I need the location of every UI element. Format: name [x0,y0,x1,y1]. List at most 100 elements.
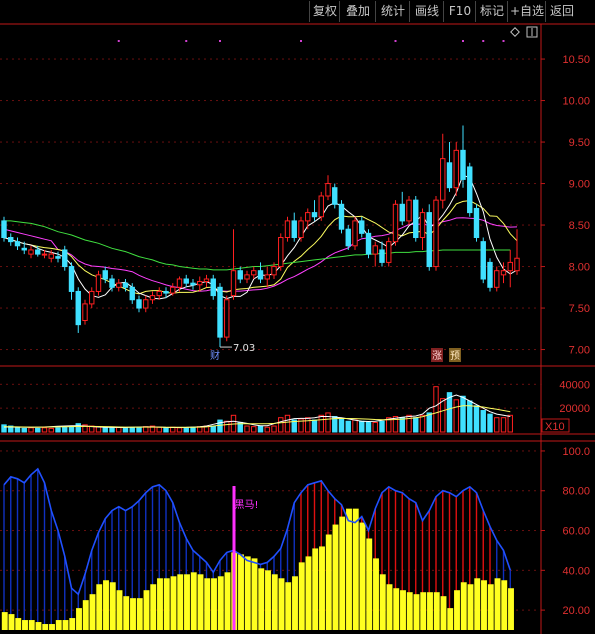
candle[interactable] [298,220,304,238]
indicator-bar[interactable] [62,620,69,630]
indicator-bar[interactable] [238,554,244,630]
indicator-bar[interactable] [400,590,406,630]
candle[interactable] [318,195,324,218]
indicator-bar[interactable] [177,574,184,630]
candle[interactable] [122,282,129,288]
candle[interactable] [197,280,203,286]
indicator-bar[interactable] [76,608,82,630]
volume-bar[interactable] [507,414,513,433]
indicator-bar[interactable] [501,580,508,630]
stock-chart[interactable]: 7.03 财 涨预 黑马! 10.50 10.00 9.50 9.00 8.50 8.00 7.… [0,0,595,634]
candle[interactable] [143,299,149,309]
indicator-bar[interactable] [217,576,224,630]
indicator-bar[interactable] [481,580,487,630]
candle[interactable] [386,241,392,263]
volume-bar[interactable] [406,414,412,433]
volume-bar[interactable] [500,417,507,433]
candle[interactable] [406,199,412,222]
indicator-bar[interactable] [184,574,190,630]
indicator-bar[interactable] [55,620,62,630]
candle[interactable] [62,249,68,268]
volume-bar[interactable] [210,425,216,433]
indicator-bar[interactable] [211,578,217,630]
indicator-bar[interactable] [35,622,42,630]
candle[interactable] [190,282,196,286]
volume-bar[interactable] [480,410,486,433]
candle[interactable] [291,220,297,238]
indicator-bar[interactable] [157,578,163,630]
indicator-bar[interactable] [103,580,109,630]
volume-bar[interactable] [426,412,432,433]
candle[interactable] [433,199,439,268]
indicator-bar[interactable] [8,614,15,630]
candle[interactable] [332,187,338,205]
indicator-bar[interactable] [467,584,474,630]
candle[interactable] [163,290,169,294]
indicator-bar[interactable] [96,584,103,630]
candle[interactable] [487,261,493,288]
indicator-bar[interactable] [427,592,433,630]
candle[interactable] [284,220,291,238]
candle[interactable] [75,290,81,326]
candle[interactable] [338,203,345,230]
volume-bar[interactable] [1,424,7,433]
indicator-bar[interactable] [1,612,8,630]
candle[interactable] [14,241,21,247]
volume-bar[interactable] [399,417,405,433]
candle[interactable] [224,299,230,338]
indicator-bar[interactable] [433,592,440,630]
volume-bar[interactable] [217,419,223,433]
candle[interactable] [244,274,250,280]
indicator-bar[interactable] [359,522,366,630]
volume-bar[interactable] [264,426,270,433]
candle[interactable] [210,278,216,297]
volume-bar[interactable] [14,426,21,433]
candle[interactable] [278,237,284,268]
candle[interactable] [514,257,520,272]
volume-bar[interactable] [318,414,324,433]
candle[interactable] [176,278,183,288]
volume-bar[interactable] [494,417,500,433]
volume-bar[interactable] [440,398,446,433]
volume-bar[interactable] [271,425,277,433]
volume-bar[interactable] [359,420,365,433]
candle[interactable] [8,237,14,243]
volume-bar[interactable] [156,426,162,433]
candle[interactable] [156,290,162,297]
indicator-bar[interactable] [130,598,136,630]
candle[interactable] [21,247,27,251]
candle[interactable] [271,266,277,276]
candle[interactable] [352,220,358,247]
indicator-bar[interactable] [508,588,514,630]
candle[interactable] [345,228,351,247]
indicator-bar[interactable] [298,562,305,630]
volume-bar[interactable] [352,419,358,433]
volume-bar[interactable] [460,395,466,433]
indicator-bar[interactable] [197,574,204,630]
indicator-bar[interactable] [339,516,346,630]
volume-bar[interactable] [176,427,183,433]
indicator-bar[interactable] [373,558,379,630]
indicator-bar[interactable] [285,582,292,630]
indicator-bar[interactable] [271,574,278,630]
volume-bar[interactable] [419,414,426,433]
indicator-bar[interactable] [163,578,170,630]
indicator-bar[interactable] [386,584,393,630]
indicator-bar[interactable] [305,556,312,630]
candle[interactable] [379,249,385,263]
indicator-bar[interactable] [116,590,123,630]
candle[interactable] [170,286,176,294]
diamond-icon[interactable] [510,27,520,37]
volume-bar[interactable] [244,425,250,433]
candle[interactable] [35,249,41,255]
event-marker[interactable] [185,40,188,42]
event-marker[interactable] [394,40,397,42]
volume-panel[interactable] [1,386,513,433]
candle[interactable] [82,303,88,321]
candle[interactable] [311,212,318,218]
indicator-bar[interactable] [352,508,359,630]
indicator-bar[interactable] [170,576,177,630]
candle[interactable] [419,212,426,239]
candle[interactable] [500,270,507,276]
volume-bar[interactable] [379,420,385,433]
